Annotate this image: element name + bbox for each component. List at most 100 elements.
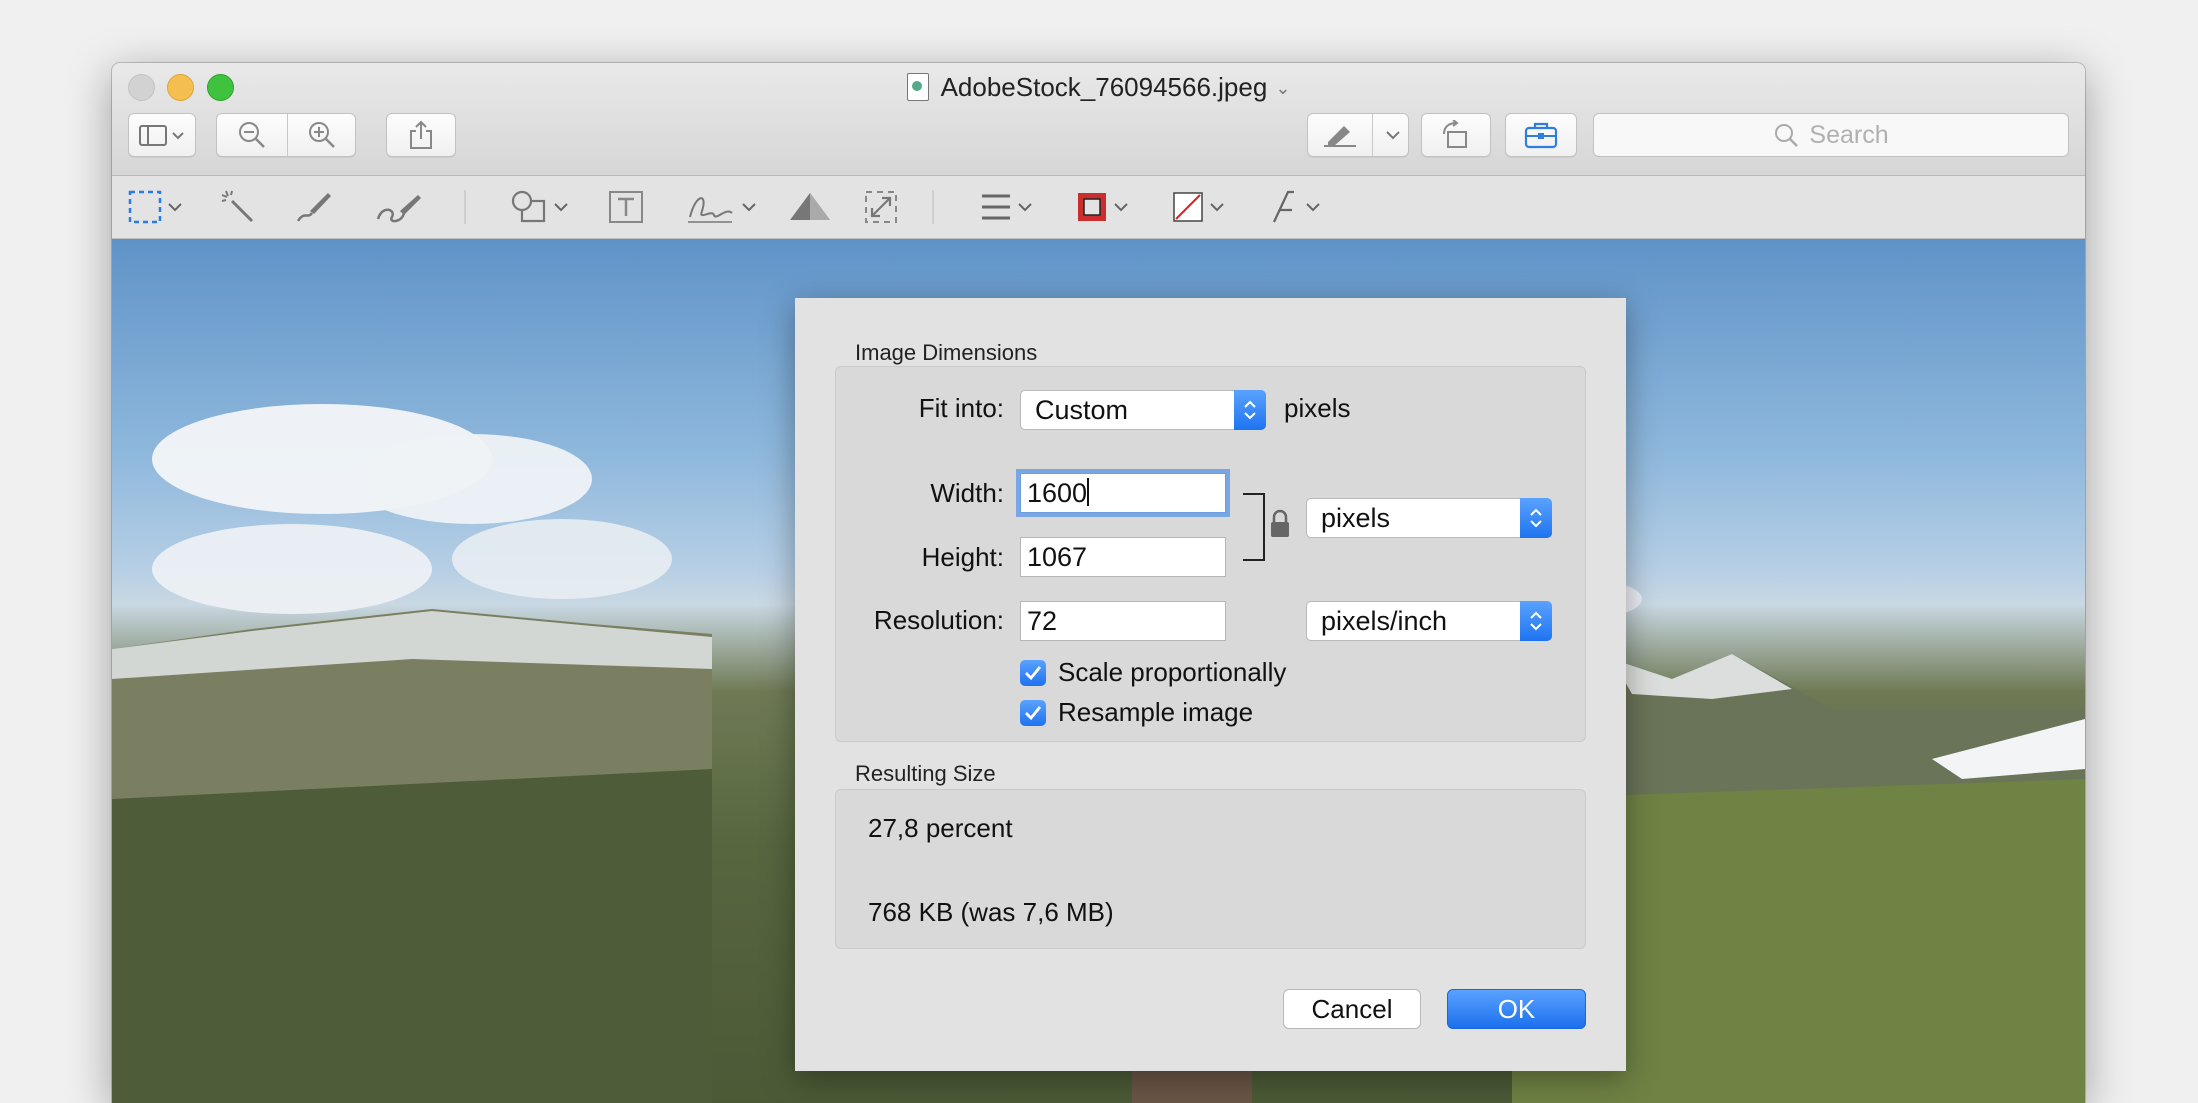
resolution-unit-popup[interactable]: pixels/inch xyxy=(1306,601,1552,641)
popup-stepper xyxy=(1520,601,1552,641)
checkmark-icon xyxy=(1020,699,1046,726)
line-style-icon xyxy=(982,194,1010,220)
rotate-button[interactable] xyxy=(1421,113,1491,157)
share-icon xyxy=(410,120,432,149)
height-field[interactable]: 1067 xyxy=(1020,537,1226,577)
chevron-down-icon: ⌄ xyxy=(1275,78,1291,98)
sign-tool[interactable] xyxy=(686,186,757,228)
sidebar-toggle-button[interactable] xyxy=(128,113,196,157)
up-down-arrows-icon xyxy=(1530,611,1542,631)
markup-toolbar xyxy=(112,176,2085,239)
resize-icon xyxy=(865,191,897,223)
fit-into-unit: pixels xyxy=(1284,393,1351,423)
fit-into-label: Fit into: xyxy=(918,393,1004,423)
width-field[interactable]: 1600 xyxy=(1020,473,1226,513)
border-color-tool[interactable] xyxy=(1076,186,1129,228)
height-label: Height: xyxy=(921,542,1004,572)
lock-icon xyxy=(1271,509,1289,537)
fit-into-value: Custom xyxy=(1035,395,1129,425)
fit-into-popup[interactable]: Custom xyxy=(1020,390,1266,430)
size-unit-popup[interactable]: pixels xyxy=(1306,498,1552,538)
search-icon xyxy=(1775,124,1799,147)
scale-proportionally-checkbox[interactable]: Scale proportionally xyxy=(1020,657,1286,688)
result-percent: 27,8 percent xyxy=(868,813,1013,843)
chevron-down-icon xyxy=(554,203,568,212)
chevron-down-icon xyxy=(1210,203,1224,212)
window-title[interactable]: AdobeStock_76094566.jpeg ⌄ xyxy=(112,69,2085,106)
zoom-in-icon xyxy=(309,122,335,148)
markup-toolbox-button[interactable] xyxy=(1505,113,1577,157)
resulting-size-box: 27,8 percent 768 KB (was 7,6 MB) xyxy=(835,789,1586,949)
image-dimensions-box: Fit into: Custom pixels Width: 1600 Heig… xyxy=(835,366,1586,742)
adjust-size-tool[interactable] xyxy=(864,186,898,228)
rectangular-selection-tool[interactable] xyxy=(128,186,183,228)
resolution-field[interactable]: 72 xyxy=(1020,601,1226,641)
fill-color-icon xyxy=(1173,192,1203,222)
proportion-bracket xyxy=(1243,493,1265,561)
selection-icon xyxy=(128,190,162,224)
sketch-tool[interactable] xyxy=(294,186,334,228)
shapes-tool[interactable] xyxy=(510,186,569,228)
shapes-icon xyxy=(511,190,546,223)
popup-stepper xyxy=(1520,498,1552,538)
chevron-down-icon xyxy=(1018,203,1032,212)
signature-icon xyxy=(688,197,733,223)
toolbar-divider xyxy=(464,190,466,224)
sidebar-icon xyxy=(139,125,184,146)
text-cursor xyxy=(1087,478,1090,506)
zoom-segment xyxy=(216,113,356,157)
draw-tool[interactable] xyxy=(374,186,424,228)
zoom-in-button[interactable] xyxy=(287,114,357,156)
toolbox-icon xyxy=(1524,122,1558,149)
zoom-out-button[interactable] xyxy=(217,114,287,156)
chevron-down-icon xyxy=(1114,203,1128,212)
preview-window: AdobeStock_76094566.jpeg ⌄ Search Image … xyxy=(112,63,2085,1103)
fill-color-tool[interactable] xyxy=(1172,186,1225,228)
width-label: Width: xyxy=(930,478,1004,508)
title-bar: AdobeStock_76094566.jpeg ⌄ Search xyxy=(112,63,2085,176)
font-icon xyxy=(1273,190,1294,223)
up-down-arrows-icon xyxy=(1244,400,1256,420)
text-style-tool[interactable] xyxy=(1270,186,1321,228)
checkmark-icon xyxy=(1020,659,1046,686)
shape-style-tool[interactable] xyxy=(980,186,1033,228)
chevron-down-icon xyxy=(1386,131,1400,140)
resample-image-label: Resample image xyxy=(1058,697,1254,727)
scale-proportionally-label: Scale proportionally xyxy=(1058,657,1287,687)
pen-markup-icon xyxy=(1324,126,1356,147)
text-box-icon xyxy=(609,191,643,223)
ok-button[interactable]: OK xyxy=(1447,989,1586,1029)
lock-button[interactable] xyxy=(1269,509,1291,546)
document-icon xyxy=(906,73,929,101)
instant-alpha-tool[interactable] xyxy=(220,186,256,228)
width-value: 1600 xyxy=(1027,478,1088,508)
text-tool[interactable] xyxy=(608,186,644,228)
size-unit-value: pixels xyxy=(1321,503,1391,533)
chevron-down-icon xyxy=(742,203,756,212)
popup-stepper xyxy=(1234,390,1266,430)
search-placeholder: Search xyxy=(1809,120,1889,149)
resolution-label: Resolution: xyxy=(873,605,1004,635)
share-button[interactable] xyxy=(386,113,456,157)
adjust-color-tool[interactable] xyxy=(788,186,832,228)
markup-toolbar-button[interactable] xyxy=(1307,113,1409,157)
toolbar-divider xyxy=(932,190,934,224)
zoom-out-icon xyxy=(239,122,265,148)
magic-wand-icon xyxy=(221,190,254,223)
window-title-text: AdobeStock_76094566.jpeg xyxy=(940,72,1268,102)
resolution-value: 72 xyxy=(1027,606,1058,636)
adjust-size-dialog: Image Dimensions Fit into: Custom pixels… xyxy=(795,298,1626,1071)
resample-image-checkbox[interactable]: Resample image xyxy=(1020,697,1253,728)
height-value: 1067 xyxy=(1027,542,1088,572)
search-field[interactable]: Search xyxy=(1593,113,2069,157)
adjust-color-icon xyxy=(790,193,830,220)
resulting-size-title: Resulting Size xyxy=(855,761,996,786)
sketch-icon xyxy=(296,193,331,222)
up-down-arrows-icon xyxy=(1530,508,1542,528)
resolution-unit-value: pixels/inch xyxy=(1321,606,1448,636)
draw-icon xyxy=(376,195,421,223)
image-dimensions-title: Image Dimensions xyxy=(855,340,1038,365)
chevron-down-icon xyxy=(168,203,182,212)
cancel-button[interactable]: Cancel xyxy=(1283,989,1421,1029)
border-color-icon xyxy=(1078,193,1106,221)
